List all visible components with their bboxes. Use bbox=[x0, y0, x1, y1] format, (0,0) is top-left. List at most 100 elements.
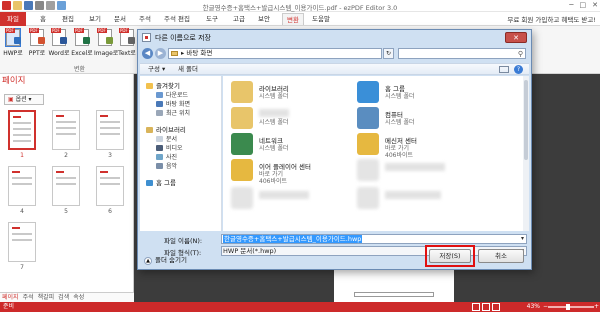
view-mode-buttons bbox=[472, 303, 500, 311]
zoom-slider[interactable] bbox=[548, 304, 594, 310]
page-thumbnail[interactable] bbox=[8, 222, 36, 262]
nav-item-desktop[interactable]: 바탕 화면 bbox=[156, 99, 190, 108]
panel-tab-properties[interactable]: 속성 bbox=[73, 293, 84, 302]
page-thumbnail[interactable] bbox=[8, 166, 36, 206]
music-icon bbox=[156, 163, 163, 169]
forward-button[interactable]: ▶ bbox=[155, 48, 166, 59]
file-item-player-center[interactable]: 이어 플레이어 센터 바로 가기 406바이트 bbox=[227, 158, 367, 185]
file-list-scrollbar[interactable] bbox=[523, 76, 529, 231]
search-input[interactable]: ⚲ bbox=[398, 48, 526, 59]
page-number: 6 bbox=[108, 208, 112, 215]
tab-annotation-edit[interactable]: 주석 편집 bbox=[164, 13, 190, 25]
page-thumbnail[interactable] bbox=[96, 166, 124, 206]
tab-home[interactable]: 홈 bbox=[40, 13, 46, 25]
convert-to-ppt-button[interactable]: PDF PPT로 bbox=[26, 28, 48, 57]
dialog-close-button[interactable]: ✕ bbox=[505, 32, 527, 43]
two-page-view-icon[interactable] bbox=[492, 303, 500, 311]
download-icon bbox=[156, 92, 163, 98]
chevron-up-icon: ▲ bbox=[144, 257, 152, 265]
nav-homegroup[interactable]: 홈 그룹 bbox=[146, 177, 176, 187]
back-button[interactable]: ◀ bbox=[142, 48, 153, 59]
filename-input[interactable]: 한글영수증+홈택스+발급시스템_이용가이드.hwp ▾ bbox=[221, 234, 527, 244]
pages-panel-title: 페이지 bbox=[2, 76, 26, 86]
address-path: 바탕 화면 bbox=[186, 49, 213, 57]
single-page-view-icon[interactable] bbox=[472, 303, 480, 311]
document-page bbox=[334, 270, 454, 302]
nav-item-downloads[interactable]: 다운로드 bbox=[156, 90, 188, 99]
file-item-messenger-center[interactable]: 메신저 센터 바로 가기 406바이트 bbox=[353, 132, 493, 159]
convert-to-text-button[interactable]: PDF Text로 bbox=[116, 28, 138, 57]
tab-document[interactable]: 문서 bbox=[114, 13, 126, 25]
organize-button[interactable]: 구성 ▾ bbox=[148, 64, 165, 74]
scrollbar-thumb[interactable] bbox=[524, 80, 528, 160]
video-icon bbox=[156, 145, 163, 151]
tab-help[interactable]: 도움말 bbox=[312, 13, 330, 25]
tab-security[interactable]: 보안 bbox=[258, 13, 270, 25]
panel-tab-pages[interactable]: 페이지 bbox=[2, 293, 19, 302]
minimize-button[interactable]: ─ bbox=[569, 1, 573, 9]
maximize-button[interactable]: □ bbox=[580, 1, 587, 9]
tab-advanced[interactable]: 고급 bbox=[233, 13, 245, 25]
panel-tab-bookmarks[interactable]: 책갈피 bbox=[38, 293, 55, 302]
convert-to-excel-button[interactable]: PDF Excel로 bbox=[71, 28, 93, 57]
file-item-network[interactable]: 네트워크 시스템 폴더 bbox=[227, 132, 367, 158]
page-thumbnail[interactable] bbox=[52, 110, 80, 150]
tab-convert[interactable]: 변환 bbox=[282, 13, 304, 25]
page-thumbnail[interactable] bbox=[8, 110, 36, 150]
nav-libraries[interactable]: 라이브러리 bbox=[146, 124, 186, 134]
homegroup-icon bbox=[146, 180, 153, 186]
zoom-slider-knob[interactable] bbox=[566, 304, 570, 310]
pdf-to-word-icon: PDF bbox=[51, 28, 67, 46]
chevron-down-icon[interactable]: ▾ bbox=[521, 235, 524, 243]
nav-item-music[interactable]: 음악 bbox=[156, 161, 177, 170]
address-bar[interactable]: ▸ 바탕 화면 bbox=[168, 48, 382, 59]
file-item-blurred[interactable] bbox=[353, 186, 493, 212]
file-item-blurred[interactable] bbox=[353, 158, 493, 184]
convert-to-hwp-button[interactable]: PDF HWP로 bbox=[2, 28, 24, 57]
view-options-icon[interactable] bbox=[499, 66, 509, 73]
file-item-blurred[interactable] bbox=[227, 186, 367, 212]
convert-to-image-button[interactable]: PDF Image로 bbox=[94, 28, 118, 57]
nav-item-documents[interactable]: 문서 bbox=[156, 134, 177, 143]
hide-folders-toggle[interactable]: ▲ 폴더 숨기기 bbox=[144, 254, 187, 265]
file-item-user-folder[interactable]: 시스템 폴더 bbox=[227, 106, 367, 132]
panel-tab-search[interactable]: 검색 bbox=[58, 293, 69, 302]
signup-promo[interactable]: 무료 회원 가입하고 혜택도 받고! bbox=[507, 14, 596, 24]
nav-item-videos[interactable]: 비디오 bbox=[156, 143, 183, 152]
tab-edit[interactable]: 편집 bbox=[62, 13, 74, 25]
recent-places-icon bbox=[156, 110, 163, 116]
tab-view[interactable]: 보기 bbox=[89, 13, 101, 25]
file-item-libraries[interactable]: 라이브러리 시스템 폴더 bbox=[227, 80, 367, 106]
page-thumbnail[interactable] bbox=[96, 110, 124, 150]
nav-favorites[interactable]: 즐겨찾기 bbox=[146, 80, 180, 90]
panel-tab-annotations[interactable]: 주석 bbox=[23, 293, 34, 302]
documents-icon bbox=[156, 136, 163, 142]
help-icon[interactable]: ? bbox=[514, 65, 523, 74]
pages-panel: 페이지 ▣ 옵션 ▾ 1 2 3 4 5 6 7 페이지 주석 책갈피 검색 속… bbox=[0, 74, 134, 302]
blurred-file-icon bbox=[357, 159, 379, 181]
ribbon-group-label: 변환 bbox=[74, 66, 86, 73]
nav-item-recent[interactable]: 최근 위치 bbox=[156, 108, 190, 117]
page-number: 4 bbox=[20, 208, 24, 215]
close-button[interactable]: ✕ bbox=[592, 1, 598, 9]
dialog-titlebar[interactable]: 다른 이름으로 저장 ✕ bbox=[138, 30, 531, 46]
convert-to-word-button[interactable]: PDF Word로 bbox=[48, 28, 70, 57]
status-text: 준비 bbox=[3, 303, 15, 310]
page-thumbnail[interactable] bbox=[52, 166, 80, 206]
options-dropdown[interactable]: ▣ 옵션 ▾ bbox=[4, 94, 44, 105]
tab-file[interactable]: 파일 bbox=[0, 12, 26, 26]
new-folder-button[interactable]: 새 폴더 bbox=[178, 64, 198, 74]
cancel-button[interactable]: 취소 bbox=[478, 249, 524, 263]
file-item-homegroup[interactable]: 홈 그룹 시스템 폴더 bbox=[353, 80, 493, 106]
nav-item-pictures[interactable]: 사진 bbox=[156, 152, 177, 161]
refresh-button[interactable]: ↻ bbox=[383, 48, 394, 59]
page-number: 7 bbox=[20, 264, 24, 271]
library-icon bbox=[146, 127, 153, 133]
tab-tools[interactable]: 도구 bbox=[206, 13, 218, 25]
filetype-value: HWP 문서(*.hwp) bbox=[223, 247, 277, 255]
save-button[interactable]: 저장(S) bbox=[429, 249, 471, 263]
tab-annotation[interactable]: 주석 bbox=[139, 13, 151, 25]
file-item-computer[interactable]: 컴퓨터 시스템 폴더 bbox=[353, 106, 493, 132]
zoom-in-button[interactable]: + bbox=[594, 302, 599, 312]
continuous-view-icon[interactable] bbox=[482, 303, 490, 311]
